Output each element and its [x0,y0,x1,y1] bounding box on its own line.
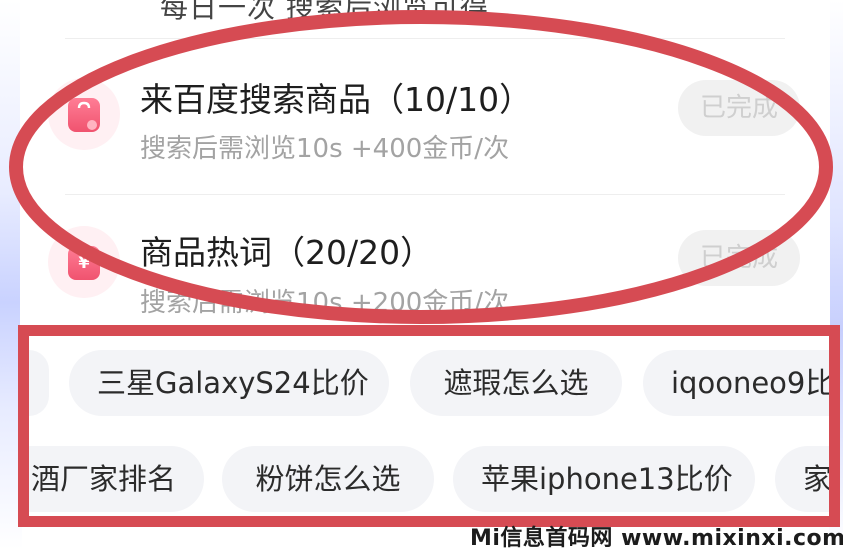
shopping-bag-icon [68,98,100,132]
divider [65,194,785,195]
hot-tag[interactable]: 酒厂家排名 [29,446,204,512]
task-row-search-goods[interactable]: 来百度搜索商品（10/10） 搜索后需浏览10s +400金币/次 已完成 [20,40,830,190]
hot-tag[interactable] [29,350,49,416]
task-title: 商品热词（20/20） [140,233,434,272]
hot-tag[interactable]: 苹果iphone13比价 [453,446,755,512]
watermark: Mi信息首码网 www.mixinxi.com [470,526,843,551]
task-subtitle: 搜索后需浏览10s +400金币/次 [140,134,510,164]
task-card: 每日一次 搜索后浏览可得 来百度搜索商品（10/10） 搜索后需浏览10s +4… [20,0,830,340]
task-icon-bg [48,78,120,150]
task-title: 来百度搜索商品（10/10） [140,80,533,119]
completed-button[interactable]: 已完成 [678,230,800,286]
hot-tag[interactable]: iqooneo9比价 [643,350,829,416]
hot-tag[interactable]: 粉饼怎么选 [222,446,434,512]
task-row-hot-words[interactable]: ¥ 商品热词（20/20） 搜索后需浏览10s +200金币/次 已完成 [20,196,830,346]
hot-tag[interactable]: 遮瑕怎么选 [410,350,622,416]
hot-tag[interactable]: 三星GalaxyS24比价 [69,350,389,416]
hot-tags-panel: 三星GalaxyS24比价 遮瑕怎么选 iqooneo9比价 酒厂家排名 粉饼怎… [18,325,840,527]
completed-button[interactable]: 已完成 [678,80,800,136]
task-subtitle: 搜索后需浏览10s +200金币/次 [140,288,510,318]
task-icon-bg: ¥ [48,226,120,298]
previous-task-subtitle: 每日一次 搜索后浏览可得 [160,0,489,24]
hot-tag[interactable]: 家 [775,446,829,512]
divider [65,38,785,39]
yuan-coupon-icon: ¥ [68,246,100,280]
